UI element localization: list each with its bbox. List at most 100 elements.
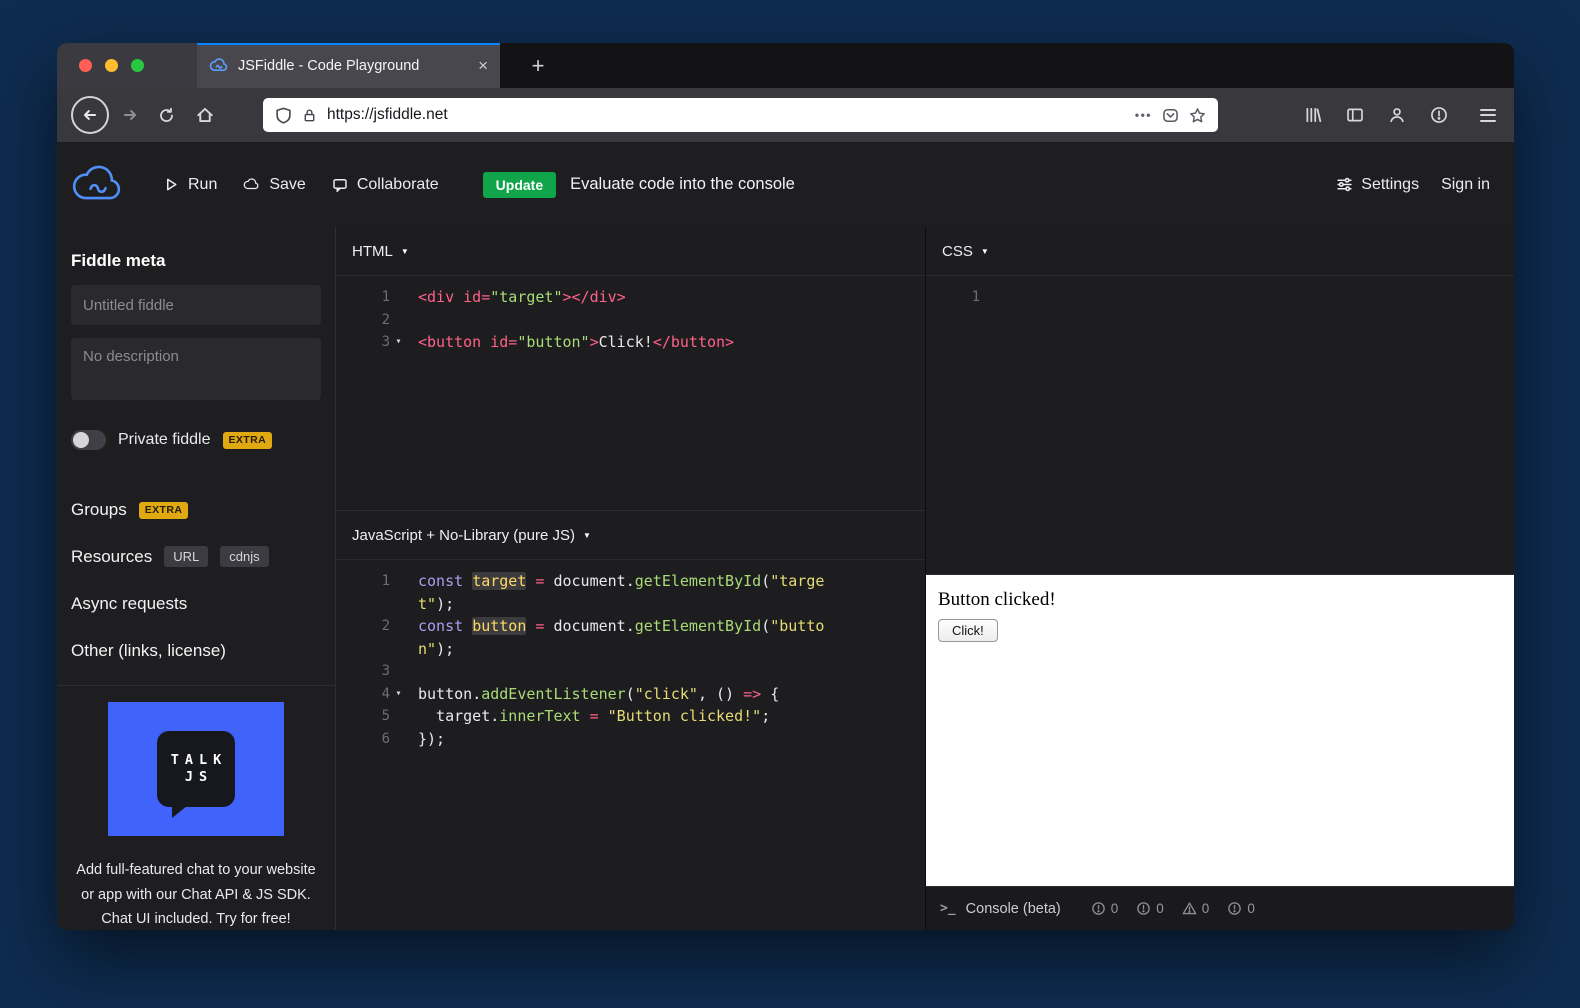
private-fiddle-label: Private fiddle (118, 431, 211, 449)
settings-button[interactable]: Settings (1336, 176, 1419, 194)
run-button[interactable]: Run (164, 176, 217, 194)
resources-url-chip[interactable]: URL (164, 546, 208, 567)
javascript-code-editor[interactable]: 1const target = document.getElementById(… (336, 560, 925, 750)
desktop: { "icons": { "close": "×", "new_tab": "+… (0, 0, 1580, 1008)
sign-in-button[interactable]: Sign in (1441, 176, 1490, 194)
tab-bar: JSFiddle - Code Playground × + (57, 43, 1514, 88)
talkjs-ad-banner[interactable]: TALK JS (108, 702, 284, 836)
sidebar-item-async-requests[interactable]: Async requests (71, 594, 187, 614)
code-line[interactable]: 6}); (336, 728, 925, 751)
line-number: 1 (336, 286, 390, 309)
tracking-shield-icon[interactable] (275, 107, 292, 124)
chevron-down-icon[interactable]: ▼ (583, 531, 591, 540)
collaborate-button[interactable]: Collaborate (332, 176, 439, 194)
ad-text[interactable]: Add full-featured chat to your website o… (71, 858, 321, 930)
fold-gutter (390, 593, 407, 616)
chevron-down-icon[interactable]: ▼ (401, 247, 409, 256)
pocket-icon[interactable] (1162, 107, 1179, 124)
html-panel: HTML ▼ 1<div id="target"></div>23▾<butto… (336, 227, 925, 511)
chevron-down-icon[interactable]: ▼ (981, 247, 989, 256)
fold-gutter (390, 638, 407, 661)
speech-bubble-icon (332, 177, 348, 193)
sidebar-item-other[interactable]: Other (links, license) (71, 641, 226, 661)
fold-marker-icon[interactable]: ▾ (390, 683, 407, 706)
console-info-badge[interactable]: 0 (1136, 901, 1164, 916)
css-panel: CSS ▼ 1 (925, 227, 1514, 575)
sidebar-item-groups[interactable]: Groups (71, 500, 127, 520)
console-bar[interactable]: >_ Console (beta) 0 0 (925, 886, 1514, 930)
fold-marker-icon[interactable]: ▾ (390, 331, 407, 354)
console-prompt-icon: >_ (940, 901, 956, 916)
console-label: Console (beta) (966, 901, 1061, 917)
notification-icon[interactable] (1430, 106, 1448, 124)
back-button[interactable] (71, 96, 109, 134)
page-actions-icon[interactable]: ••• (1135, 108, 1152, 122)
fiddle-meta-heading: Fiddle meta (71, 251, 321, 271)
update-button[interactable]: Update (483, 172, 556, 198)
javascript-panel-title: JavaScript + No-Library (pure JS) (352, 527, 575, 544)
css-panel-header[interactable]: CSS ▼ (926, 227, 1514, 276)
sidebar-toggle-icon[interactable] (1346, 106, 1364, 124)
sidebar: Fiddle meta Private fiddle EXTRA Groups … (57, 227, 336, 930)
code-line[interactable]: n"); (336, 638, 925, 661)
line-number: 4 (336, 683, 390, 706)
code-line[interactable]: 1const target = document.getElementById(… (336, 570, 925, 593)
code-line[interactable]: 2const button = document.getElementById(… (336, 615, 925, 638)
fiddle-title-input[interactable] (71, 285, 321, 325)
minimize-window-button[interactable] (105, 59, 118, 72)
reload-button[interactable] (147, 107, 185, 124)
console-error-badge[interactable]: 0 (1091, 901, 1119, 916)
line-number: 1 (336, 570, 390, 593)
tab-favicon-cloud-icon (209, 58, 229, 73)
code-line[interactable]: 1 (926, 286, 1514, 309)
line-number: 2 (336, 309, 390, 332)
browser-tab[interactable]: JSFiddle - Code Playground × (197, 43, 500, 88)
run-label: Run (188, 176, 217, 194)
code-line[interactable]: 5 target.innerText = "Button clicked!"; (336, 705, 925, 728)
navigation-toolbar: https://jsfiddle.net ••• (57, 88, 1514, 142)
sidebar-item-resources[interactable]: Resources (71, 547, 152, 567)
close-window-button[interactable] (79, 59, 92, 72)
code-line[interactable]: 2 (336, 309, 925, 332)
fold-gutter (390, 705, 407, 728)
zoom-window-button[interactable] (131, 59, 144, 72)
resources-cdnjs-chip[interactable]: cdnjs (220, 546, 268, 567)
css-panel-title: CSS (942, 243, 973, 260)
menu-icon[interactable] (1480, 109, 1496, 122)
private-fiddle-toggle[interactable] (71, 430, 106, 450)
bookmark-star-icon[interactable] (1189, 107, 1206, 124)
tab-close-icon[interactable]: × (478, 57, 488, 74)
forward-button[interactable] (113, 106, 147, 124)
active-tab-indicator (197, 43, 500, 45)
url-bar[interactable]: https://jsfiddle.net ••• (263, 98, 1218, 132)
css-code-editor[interactable]: 1 (926, 276, 1514, 309)
console-error-count: 0 (1111, 901, 1119, 916)
html-code-editor[interactable]: 1<div id="target"></div>23▾<button id="b… (336, 276, 925, 354)
result-target-text: Button clicked! (938, 589, 1502, 611)
console-log-badge[interactable]: 0 (1227, 901, 1255, 916)
talkjs-logo-text-top: TALK (171, 752, 228, 769)
fold-gutter (390, 728, 407, 751)
lock-icon[interactable] (302, 108, 317, 123)
url-text[interactable]: https://jsfiddle.net (327, 106, 1125, 124)
line-number: 3 (336, 660, 390, 683)
line-number (336, 638, 390, 661)
account-icon[interactable] (1388, 106, 1406, 124)
console-warning-badge[interactable]: 0 (1182, 901, 1210, 916)
result-click-button[interactable]: Click! (938, 619, 998, 642)
new-tab-button[interactable]: + (517, 43, 559, 88)
javascript-panel-header[interactable]: JavaScript + No-Library (pure JS) ▼ (336, 511, 925, 560)
tab-title: JSFiddle - Code Playground (238, 58, 469, 74)
home-button[interactable] (185, 106, 225, 124)
fiddle-description-input[interactable] (71, 338, 321, 400)
save-button[interactable]: Save (243, 176, 305, 194)
library-icon[interactable] (1304, 106, 1322, 124)
code-line[interactable]: 3▾<button id="button">Click!</button> (336, 331, 925, 354)
code-line[interactable]: 1<div id="target"></div> (336, 286, 925, 309)
play-icon (164, 177, 179, 192)
code-line[interactable]: t"); (336, 593, 925, 616)
html-panel-header[interactable]: HTML ▼ (336, 227, 925, 276)
code-line[interactable]: 3 (336, 660, 925, 683)
code-line[interactable]: 4▾button.addEventListener("click", () =>… (336, 683, 925, 706)
jsfiddle-logo-icon[interactable] (70, 164, 126, 206)
